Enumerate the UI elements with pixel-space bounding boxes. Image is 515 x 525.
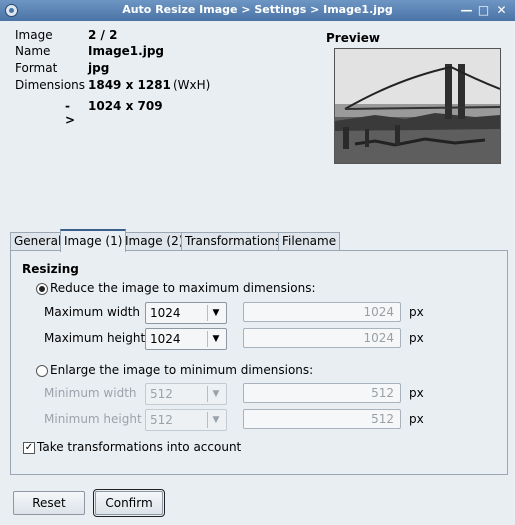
preview-label: Preview (326, 31, 381, 45)
dimensions-unit: (WxH) (173, 78, 211, 92)
maximize-icon[interactable]: □ (476, 3, 491, 18)
image-1-panel: Resizing Reduce the image to maximum dim… (10, 250, 508, 475)
enlarge-radio[interactable] (36, 365, 48, 377)
min-height-unit: px (409, 412, 424, 426)
max-width-label: Maximum width (44, 305, 141, 319)
min-height-field[interactable]: 512 (243, 409, 401, 429)
chevron-down-icon[interactable]: ▼ (207, 305, 224, 321)
name-value: Image1.jpg (88, 44, 164, 58)
min-width-field[interactable]: 512 (243, 383, 401, 403)
window-title: Auto Resize Image > Settings > Image1.jp… (122, 3, 393, 16)
max-height-label: Maximum height (44, 331, 146, 345)
dimensions-label: Dimensions (15, 78, 86, 92)
max-width-combo-value: 1024 (150, 306, 181, 320)
chevron-down-icon[interactable]: ▼ (207, 386, 224, 402)
format-label: Format (15, 61, 58, 75)
max-height-field[interactable]: 1024 (243, 328, 401, 348)
image-index: 2 / 2 (88, 28, 118, 42)
min-height-combo[interactable]: 512 ▼ (145, 409, 227, 431)
max-width-combo[interactable]: 1024 ▼ (145, 302, 227, 324)
format-value: jpg (88, 61, 110, 75)
min-width-unit: px (409, 386, 424, 400)
new-dimensions-value: 1024 x 709 (88, 99, 163, 113)
arrow-label: -> (65, 99, 76, 127)
image-label: Image (15, 28, 53, 42)
enlarge-label[interactable]: Enlarge the image to minimum dimensions: (50, 363, 313, 377)
preview-image (334, 48, 501, 164)
min-height-label: Minimum height (44, 412, 142, 426)
transformations-checkbox[interactable]: ✓ (23, 442, 35, 454)
transformations-label[interactable]: Take transformations into account (37, 440, 241, 454)
min-width-combo-value: 512 (150, 387, 173, 401)
minimize-icon[interactable]: — (459, 3, 474, 18)
dimensions-value: 1849 x 1281 (88, 78, 171, 92)
max-height-combo-value: 1024 (150, 332, 181, 346)
tab-image-1[interactable]: Image (1) (60, 229, 127, 252)
close-icon[interactable]: ✕ (494, 3, 509, 18)
tab-image-2[interactable]: Image (2) (121, 232, 188, 250)
confirm-button[interactable]: Confirm (93, 489, 165, 517)
reduce-label[interactable]: Reduce the image to maximum dimensions: (50, 281, 316, 295)
min-height-combo-value: 512 (150, 413, 173, 427)
chevron-down-icon[interactable]: ▼ (207, 412, 224, 428)
tab-filename[interactable]: Filename (278, 232, 341, 250)
max-height-unit: px (409, 331, 424, 345)
max-height-combo[interactable]: 1024 ▼ (145, 328, 227, 350)
reset-button[interactable]: Reset (13, 491, 85, 515)
title-bar: Auto Resize Image > Settings > Image1.jp… (0, 0, 515, 21)
max-width-unit: px (409, 305, 424, 319)
name-label: Name (15, 44, 51, 58)
reduce-radio[interactable] (36, 283, 48, 295)
tab-general[interactable]: General (10, 232, 66, 250)
max-width-field[interactable]: 1024 (243, 302, 401, 322)
min-width-combo[interactable]: 512 ▼ (145, 383, 227, 405)
resizing-title: Resizing (22, 262, 79, 276)
tab-transformations[interactable]: Transformations (181, 232, 286, 250)
chevron-down-icon[interactable]: ▼ (207, 331, 224, 347)
min-width-label: Minimum width (44, 386, 137, 400)
